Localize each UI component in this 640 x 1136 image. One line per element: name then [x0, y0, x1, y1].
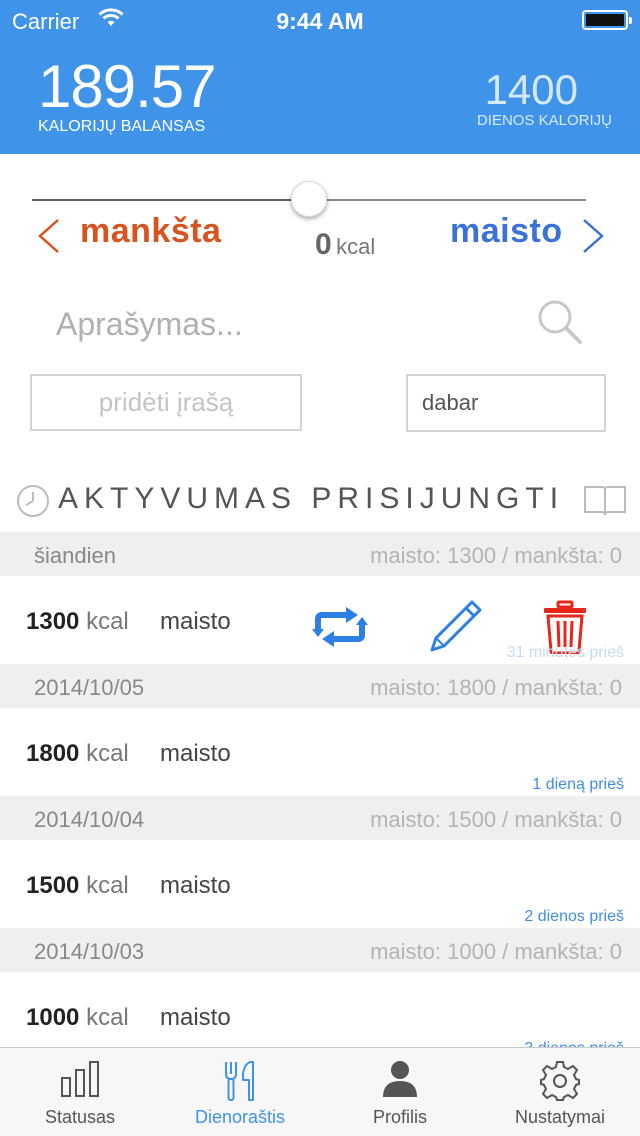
header: Carrier 9:44 AM 189.57 KALORIJŲ BALANSAS…	[0, 0, 640, 154]
entry-kcal-unit: kcal	[86, 872, 129, 899]
entry-kcal-unit: kcal	[86, 608, 129, 635]
day-header: šiandien maisto: 1300 / mankšta: 0	[0, 532, 640, 576]
tab-bar: Statusas Dienoraštis Profilis Nustatymai	[0, 1047, 640, 1136]
person-icon	[320, 1060, 480, 1103]
entry-calories: 1300 kcal	[26, 608, 129, 636]
book-icon[interactable]	[582, 484, 628, 523]
day-totals: maisto: 1000 / mankšta: 0	[370, 939, 622, 964]
day-totals: maisto: 1500 / mankšta: 0	[370, 807, 622, 832]
clock-icon	[16, 484, 50, 523]
entry-kcal-value: 1300	[26, 608, 80, 635]
food-label[interactable]: maisto	[450, 212, 563, 251]
list-item[interactable]: 1800 kcal maisto 1 dieną prieš	[0, 708, 640, 796]
chevron-left-icon[interactable]	[34, 218, 62, 259]
entry-kcal-value: 1800	[26, 740, 80, 767]
tab-profile[interactable]: Profilis	[320, 1048, 480, 1136]
day-header: 2014/10/04 maisto: 1500 / mankšta: 0	[0, 796, 640, 840]
calorie-balance-value: 189.57	[38, 53, 217, 120]
list-item[interactable]: 1500 kcal maisto 2 dienos prieš	[0, 840, 640, 928]
slider-kcal-value: 0	[315, 228, 332, 261]
time-input[interactable]	[406, 374, 606, 432]
bar-chart-icon	[0, 1060, 160, 1103]
tab-label: Profilis	[372, 1107, 427, 1127]
chevron-right-icon[interactable]	[580, 218, 608, 259]
entry-kcal-unit: kcal	[86, 740, 129, 767]
entry-time-ago: 31 minutes prieš	[506, 644, 624, 661]
description-input[interactable]	[40, 296, 520, 352]
daily-calories-value: 1400	[484, 66, 578, 113]
day-totals: maisto: 1300 / mankšta: 0	[370, 543, 622, 568]
search-icon[interactable]	[536, 298, 584, 351]
day-date: 2014/10/04	[34, 807, 145, 832]
entry-calories: 1000 kcal	[26, 1004, 129, 1032]
tab-label: Dienoraštis	[194, 1107, 286, 1127]
tab-label: Nustatymai	[514, 1107, 606, 1127]
entry-type: maisto	[160, 1004, 231, 1031]
list-item[interactable]: 1300 kcal maisto 31 minutes prieš	[0, 576, 640, 664]
calorie-slider-fill	[32, 199, 309, 201]
entry-time-ago: 2 dienos prieš	[524, 908, 624, 925]
activity-title[interactable]: AKTYVUMAS PRISIJUNGTI	[58, 482, 564, 516]
tab-status[interactable]: Statusas	[0, 1048, 160, 1136]
day-totals: maisto: 1800 / mankšta: 0	[370, 675, 622, 700]
entry-kcal-value: 1500	[26, 872, 80, 899]
exercise-label[interactable]: mankšta	[80, 212, 221, 251]
tab-diary[interactable]: Dienoraštis	[160, 1048, 320, 1136]
entry-type: maisto	[160, 608, 231, 635]
repeat-icon[interactable]	[312, 607, 368, 652]
slider-kcal-unit: kcal	[336, 234, 376, 259]
status-bar: Carrier 9:44 AM	[0, 0, 640, 40]
calorie-slider-thumb[interactable]	[291, 181, 327, 217]
day-date: 2014/10/05	[34, 675, 145, 700]
gear-icon	[480, 1060, 640, 1107]
pencil-icon[interactable]	[428, 598, 484, 659]
entry-calories: 1500 kcal	[26, 872, 129, 900]
fork-knife-icon	[160, 1060, 320, 1107]
tab-settings[interactable]: Nustatymai	[480, 1048, 640, 1136]
entry-type: maisto	[160, 740, 231, 767]
entry-type: maisto	[160, 872, 231, 899]
entry-calories: 1800 kcal	[26, 740, 129, 768]
calorie-balance-label: KALORIJŲ BALANSAS	[38, 118, 206, 135]
day-date: 2014/10/03	[34, 939, 145, 964]
day-header: 2014/10/05 maisto: 1800 / mankšta: 0	[0, 664, 640, 708]
tab-label: Statusas	[44, 1107, 116, 1127]
battery-icon	[582, 10, 632, 30]
add-entry-button[interactable]: pridėti įrašą	[30, 374, 302, 431]
daily-calories-label: DIENOS KALORIJŲ	[476, 112, 612, 129]
entry-kcal-value: 1000	[26, 1004, 80, 1031]
clock-time: 9:44 AM	[276, 8, 364, 34]
entry-time-ago: 1 dieną prieš	[532, 776, 624, 793]
day-header: 2014/10/03 maisto: 1000 / mankšta: 0	[0, 928, 640, 972]
slider-kcal-readout: 0 kcal	[315, 228, 375, 262]
entry-kcal-unit: kcal	[86, 1004, 129, 1031]
day-date: šiandien	[34, 543, 116, 568]
diary-list: šiandien maisto: 1300 / mankšta: 0 1300 …	[0, 532, 640, 1060]
